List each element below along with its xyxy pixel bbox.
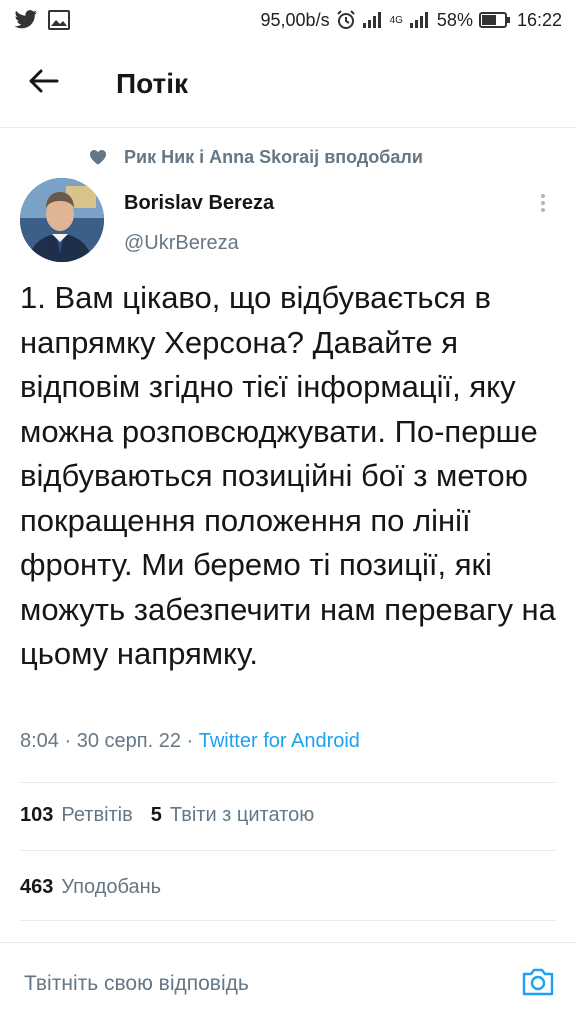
tweet-meta: 8:04 · 30 серп. 22 · Twitter for Android (20, 730, 360, 753)
likes-label: Уподобань (61, 876, 162, 898)
network-type: 4G (389, 14, 403, 26)
likes-count: 463 (20, 876, 54, 898)
signal-4g-icon (409, 11, 431, 29)
like-stats: 463 Уподобань (20, 876, 161, 899)
page-title: Потік (116, 67, 189, 99)
retweets-stat[interactable]: 103 Ретвітів (20, 804, 133, 827)
author-handle[interactable]: @UkrBereza (124, 232, 239, 255)
retweets-count: 103 (20, 804, 54, 826)
quotes-label: Твіти з цитатою (169, 804, 315, 826)
divider (20, 782, 556, 783)
more-vertical-icon (540, 193, 546, 218)
heart-icon (88, 147, 108, 167)
arrow-left-icon (29, 69, 59, 98)
battery-icon (478, 11, 511, 29)
clock: 16:22 (516, 9, 562, 30)
camera-button[interactable] (520, 966, 556, 1002)
network-speed: 95,00b/s (260, 9, 330, 30)
likes-stat[interactable]: 463 Уподобань (20, 876, 161, 899)
app-header: Потік (0, 40, 576, 128)
retweets-label: Ретвітів (61, 804, 133, 826)
tweet-source-link[interactable]: Twitter for Android (199, 730, 360, 753)
more-options-button[interactable] (528, 190, 558, 220)
quotes-stat[interactable]: 5 Твіти з цитатою (151, 804, 314, 827)
tweet-text: 1. Вам цікаво, що відбувається в напрямк… (20, 280, 556, 671)
reply-bar: Твітніть свою відповідь (0, 942, 576, 1024)
battery-percent: 58% (436, 9, 473, 30)
tweet-time: 8:04 (20, 730, 59, 752)
social-context[interactable]: Рик Ник і Anna Skoraij вподобали (0, 140, 576, 174)
tweet-author: Borislav Bereza @UkrBereza (0, 176, 576, 266)
camera-icon (521, 967, 555, 1002)
signal-icon (362, 11, 384, 29)
back-button[interactable] (12, 52, 76, 116)
divider (20, 850, 556, 851)
liked-by-text: Рик Ник і Anna Skoraij вподобали (124, 146, 423, 167)
tweet-date: 30 серп. 22 (76, 730, 181, 752)
avatar[interactable] (20, 178, 104, 262)
retweet-stats: 103 Ретвітів 5 Твіти з цитатою (20, 804, 314, 827)
alarm-icon (336, 10, 356, 30)
meta-separator: · (58, 730, 77, 752)
reply-input[interactable]: Твітніть свою відповідь (24, 972, 249, 996)
quotes-count: 5 (150, 804, 162, 826)
status-bar: 95,00b/s 4G 58% 16:22 (0, 0, 576, 40)
twitter-icon (14, 10, 38, 30)
image-icon (48, 10, 70, 30)
meta-separator: · (180, 730, 199, 752)
divider (20, 920, 556, 921)
author-name[interactable]: Borislav Bereza (124, 192, 274, 215)
